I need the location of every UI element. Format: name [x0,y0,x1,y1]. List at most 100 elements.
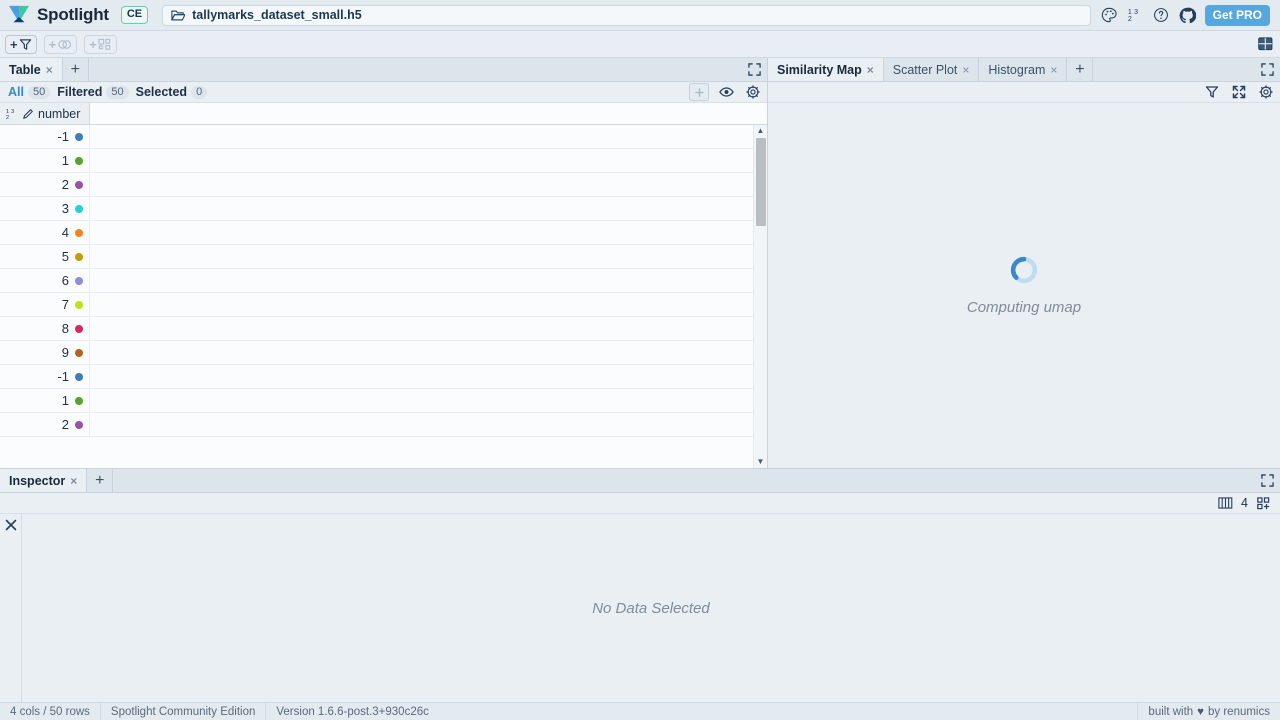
brand-name: Spotlight [37,5,109,24]
table-row[interactable]: 1 [0,149,767,173]
plus-glyph: + [89,36,97,52]
eye-icon[interactable] [716,83,736,101]
row-number-cell[interactable]: 9 [0,341,90,364]
row-value: 9 [61,345,69,360]
help-circle-icon[interactable] [1153,7,1170,24]
row-number-cell[interactable]: 7 [0,293,90,316]
status-edition: Spotlight Community Edition [101,703,267,720]
expand-icon[interactable] [1254,58,1280,81]
add-table-tab-button[interactable]: + [63,58,89,81]
add-filter-button[interactable]: + [5,34,37,54]
add-column-icon[interactable] [689,83,709,101]
add-viz-tab-button[interactable]: + [1067,58,1094,81]
table-row[interactable]: 1 [0,389,767,413]
header-icon-group: 1 2 3 Get PRO [1101,4,1274,26]
add-group-button[interactable]: + [43,34,78,54]
edition-badge: CE [120,6,149,24]
plus-glyph: + [48,36,57,52]
expand-icon[interactable] [741,58,767,81]
app-statusbar: 4 cols / 50 rows Spotlight Community Edi… [0,702,1280,720]
grid-add-icon[interactable] [1254,494,1274,512]
close-icon[interactable]: × [962,63,969,77]
row-number-cell[interactable]: 1 [0,149,90,172]
row-value: 3 [61,201,69,216]
status-selected-count: 0 [191,85,208,99]
row-number-cell[interactable]: 3 [0,197,90,220]
credit-suffix: by renumics [1208,705,1270,718]
close-icon[interactable]: × [70,474,77,488]
close-icon[interactable]: × [1050,63,1057,77]
gear-icon[interactable] [743,83,763,101]
tab-scatter-plot[interactable]: Scatter Plot × [884,58,980,81]
table-row[interactable]: 9 [0,341,767,365]
row-number-cell[interactable]: -1 [0,365,90,388]
row-number-cell[interactable]: 2 [0,173,90,196]
status-filtered[interactable]: Filtered 50 [57,85,129,99]
inspector-close-icon[interactable] [2,516,20,534]
scroll-up-icon[interactable]: ▲ [757,125,765,137]
status-all-count: 50 [27,85,51,99]
row-number-cell[interactable]: 5 [0,245,90,268]
row-number-cell[interactable]: 6 [0,269,90,292]
row-value: 2 [61,177,69,192]
folder-open-icon [171,10,186,20]
fullscreen-icon[interactable] [1229,83,1249,101]
column-header-number[interactable]: 1 2 3 number [0,103,90,124]
tab-label: Inspector [9,473,66,488]
number-format-icon[interactable]: 1 2 3 [1127,7,1144,24]
file-path-bar[interactable]: tallymarks_dataset_small.h5 [162,4,1091,26]
table-vertical-scrollbar[interactable]: ▲ ▼ [753,125,767,468]
get-pro-button[interactable]: Get PRO [1204,4,1270,26]
columns-icon[interactable] [1215,494,1235,512]
pencil-icon [23,108,33,119]
layout-grid-icon[interactable] [1256,35,1275,54]
inspector-column-count: 4 [1241,496,1248,510]
gear-icon[interactable] [1256,83,1276,101]
table-row[interactable]: 2 [0,413,767,437]
inspector-tabbar: Inspector × + [0,469,1280,493]
palette-icon[interactable] [1101,7,1118,24]
row-number-cell[interactable]: 1 [0,389,90,412]
row-value: 4 [61,225,69,240]
inspector-panel: Inspector × + 4 No Data Selected [0,468,1280,702]
tab-histogram[interactable]: Histogram × [979,58,1068,81]
table-column-header: 1 2 3 number [0,103,767,125]
scroll-down-icon[interactable]: ▼ [757,456,765,468]
row-color-dot [75,132,83,141]
table-row[interactable]: -1 [0,365,767,389]
row-number-cell[interactable]: 8 [0,317,90,340]
row-value: 1 [61,153,69,168]
inspector-tabbar-spacer [113,469,1254,492]
toolbar-left-group: + + + [5,34,117,54]
table-status-strip: All 50 Filtered 50 Selected 0 [0,82,767,103]
status-selected[interactable]: Selected 0 [136,85,208,99]
table-row[interactable]: 7 [0,293,767,317]
graph-icon [98,38,110,50]
row-value: -1 [57,129,69,144]
add-relation-button[interactable]: + [84,34,117,54]
row-number-cell[interactable]: 2 [0,413,90,436]
scrollbar-thumb[interactable] [755,138,766,226]
table-row[interactable]: 6 [0,269,767,293]
table-row[interactable]: -1 [0,125,767,149]
table-row[interactable]: 8 [0,317,767,341]
row-number-cell[interactable]: -1 [0,125,90,148]
close-icon[interactable]: × [867,63,874,77]
expand-icon[interactable] [1254,469,1280,492]
row-number-cell[interactable]: 4 [0,221,90,244]
add-inspector-tab-button[interactable]: + [87,469,114,492]
github-icon[interactable] [1179,7,1196,24]
tab-similarity-map[interactable]: Similarity Map × [768,58,884,81]
row-value: 5 [61,249,69,264]
row-color-dot [75,372,83,381]
close-icon[interactable]: × [46,63,53,77]
table-row[interactable]: 3 [0,197,767,221]
table-rows: -1 1 2 3 4 5 6 7 8 9 -1 1 2 [0,125,767,468]
status-all[interactable]: All 50 [8,85,51,99]
table-row[interactable]: 5 [0,245,767,269]
tab-table[interactable]: Table × [0,58,63,81]
table-row[interactable]: 4 [0,221,767,245]
table-row[interactable]: 2 [0,173,767,197]
tab-inspector[interactable]: Inspector × [0,469,88,492]
funnel-icon[interactable] [1202,83,1222,101]
